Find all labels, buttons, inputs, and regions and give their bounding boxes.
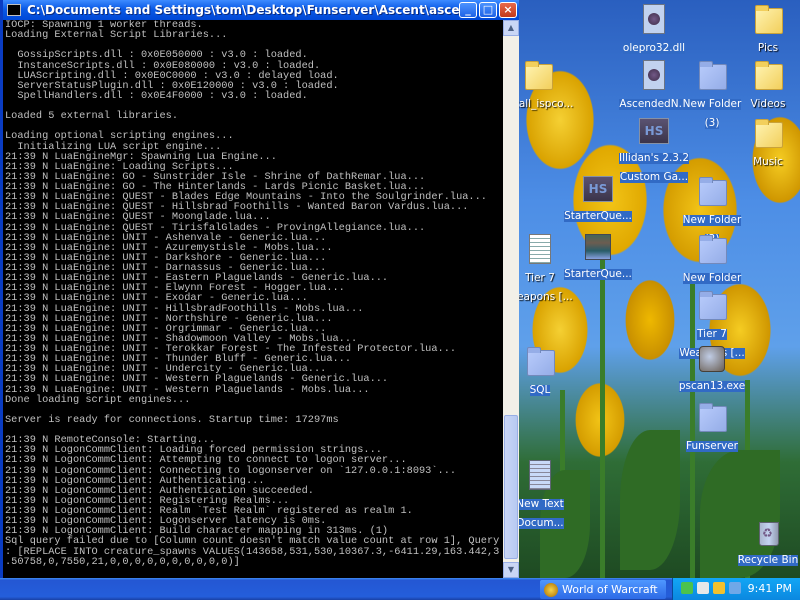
scroll-down-arrow-icon[interactable]: ▼ xyxy=(503,562,519,578)
desktop-icon-label-line: Funserver xyxy=(685,440,738,452)
desktop-icon-starterque-1[interactable]: HS StarterQue... xyxy=(562,176,634,223)
desktop-icon-label: Recycle Bin xyxy=(732,548,800,567)
desktop-icon-label-line: olepro32.dll xyxy=(622,42,686,54)
folder-icon xyxy=(696,402,728,432)
bin-icon xyxy=(752,516,784,546)
desktop-icon-label-line: Pics xyxy=(757,42,779,54)
volume-icon[interactable] xyxy=(697,582,709,594)
desktop-icon-label: StarterQue... xyxy=(562,204,634,223)
window-title: C:\Documents and Settings\tom\Desktop\Fu… xyxy=(27,3,459,17)
taskbar-button-label: World of Warcraft xyxy=(562,583,658,596)
desktop-icon-label: pscan13.exe xyxy=(676,374,748,393)
tulip-leaf xyxy=(620,430,680,570)
desktop-icon-music[interactable]: Music xyxy=(732,118,800,169)
window-titlebar[interactable]: C:\Documents and Settings\tom\Desktop\Fu… xyxy=(3,0,519,20)
desktop-icon-label: Pics xyxy=(732,36,800,55)
folder-icon xyxy=(752,118,784,148)
desktop-icon-starterque-2[interactable]: StarterQue... xyxy=(562,234,634,281)
desktop-icon-new-folder[interactable]: New Folder xyxy=(676,234,748,285)
clock[interactable]: 9:41 PM xyxy=(748,582,792,595)
desktop-icon-label-line: New Text xyxy=(516,498,564,510)
scroll-thumb[interactable] xyxy=(504,415,518,559)
folder-icon xyxy=(696,176,728,206)
desktop-icon-illidan[interactable]: HS Illidan's 2.3.2 Custom Ga... xyxy=(618,118,690,184)
tray-app-icon[interactable] xyxy=(729,582,741,594)
system-tray: 9:41 PM xyxy=(672,578,800,600)
desktop-icon-label-line: Recycle Bin xyxy=(737,554,799,566)
desktop-icon-label-line: (3) xyxy=(704,117,720,129)
folder-icon xyxy=(522,60,554,90)
desktop-icon-pscan13[interactable]: pscan13.exe xyxy=(676,346,748,393)
desktop-icon-label-line: New Folder xyxy=(682,214,742,226)
desktop-icon-label-line: Docum... xyxy=(516,517,564,529)
scroll-up-arrow-icon[interactable]: ▲ xyxy=(503,20,519,36)
console-text: IOCP: Spawning 1 worker threads. Loading… xyxy=(5,20,500,568)
maximize-button[interactable]: □ xyxy=(479,2,497,18)
desktop-icon-label-line: pscan13.exe xyxy=(678,380,746,392)
console-app-icon[interactable] xyxy=(7,4,21,16)
desktop-icon-label-line: SQL xyxy=(529,384,551,396)
folder-icon xyxy=(524,346,556,376)
desktop-icon-label-line: Videos xyxy=(750,98,786,110)
desktop-icon-label-line: Tier 7 xyxy=(525,272,555,284)
desktop-icon-recycle-bin[interactable]: Recycle Bin xyxy=(732,516,800,567)
vertical-scrollbar[interactable]: ▲ ▼ xyxy=(503,20,519,578)
console-output[interactable]: IOCP: Spawning 1 worker threads. Loading… xyxy=(3,20,503,578)
console-window[interactable]: C:\Documents and Settings\tom\Desktop\Fu… xyxy=(0,0,519,578)
exe-icon xyxy=(699,346,725,372)
dll-icon xyxy=(643,4,665,34)
taskbar-button-world-of-warcraft[interactable]: World of Warcraft xyxy=(540,580,666,599)
dll-icon xyxy=(643,60,665,90)
desktop-icon-label-line: StarterQue... xyxy=(564,268,632,280)
rar-icon xyxy=(585,234,611,260)
desktop-icon-pics[interactable]: Pics xyxy=(732,4,800,55)
taskbar: World of Warcraft 9:41 PM xyxy=(0,578,800,600)
folder-icon xyxy=(696,60,728,90)
desktop-icon-label-line: Tier 7 xyxy=(697,328,727,340)
txt-icon xyxy=(529,234,551,264)
minimize-button[interactable]: _ xyxy=(459,2,477,18)
desktop-icon-label: StarterQue... xyxy=(562,262,634,281)
desktop-icon-label: New Folder xyxy=(676,266,748,285)
desktop-icon-label: olepro32.dll xyxy=(618,36,690,55)
folder-icon xyxy=(752,60,784,90)
desktop-icon-label: Music xyxy=(732,150,800,169)
wow-icon xyxy=(544,582,558,597)
desktop-icon-label-line: Music xyxy=(753,156,783,168)
folder-icon xyxy=(696,234,728,264)
network-icon[interactable] xyxy=(681,582,693,594)
desktop-icon-label-line: New Folder xyxy=(682,272,742,284)
security-shield-icon[interactable] xyxy=(713,582,725,594)
folder-icon xyxy=(752,4,784,34)
close-button[interactable]: × xyxy=(499,2,517,18)
hs-icon: HS xyxy=(639,118,669,144)
desktop-icon-videos[interactable]: Videos xyxy=(732,60,800,111)
desktop-icon-label-line: Illidan's 2.3.2 xyxy=(618,152,689,164)
folder-icon xyxy=(696,290,728,320)
desktop-icon-olepro32[interactable]: olepro32.dll xyxy=(618,4,690,55)
desktop-icon-label-line: StarterQue... xyxy=(564,210,632,222)
txt-icon xyxy=(529,460,551,490)
tulip-stem xyxy=(600,260,605,580)
desktop-icon-label: Videos xyxy=(732,92,800,111)
desktop-icon-label: Funserver xyxy=(676,434,748,453)
hs-icon: HS xyxy=(583,176,613,202)
desktop-icon-funserver[interactable]: Funserver xyxy=(676,402,748,453)
